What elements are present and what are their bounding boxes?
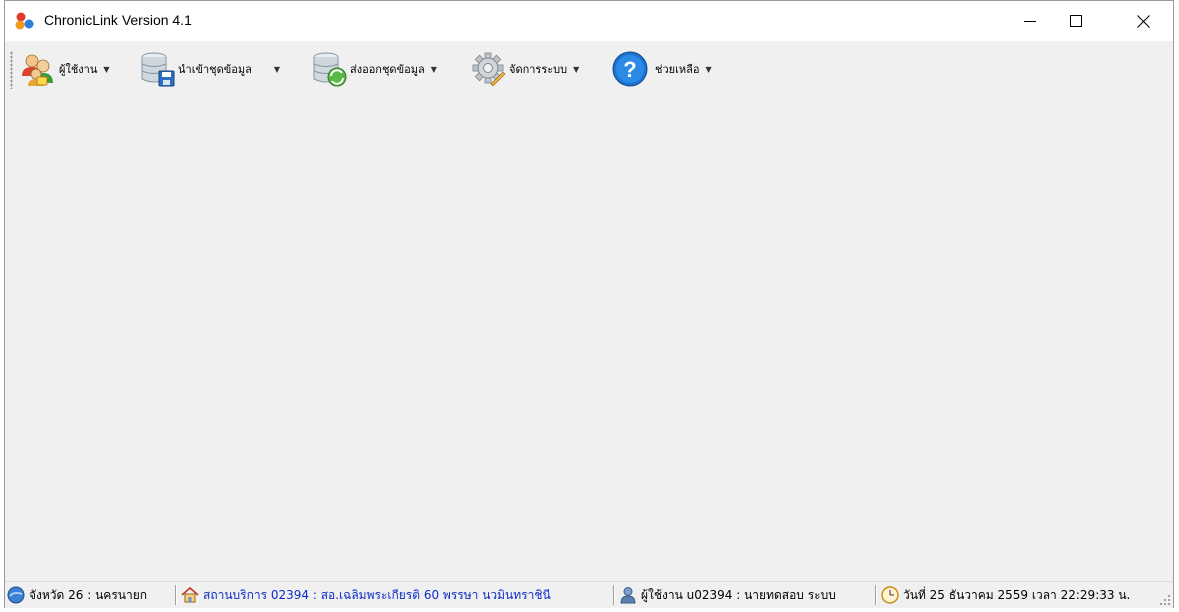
home-icon — [181, 586, 199, 603]
main-content-area — [5, 95, 1173, 581]
status-province-text: จังหวัด 26 : นครนายก — [29, 587, 148, 602]
app-window: ChronicLink Version 4.1 ผู้ใช้งาน ▼ นำเข… — [4, 0, 1174, 608]
user-icon — [620, 587, 636, 604]
toolbar-system-menu[interactable]: จัดการระบบ ▼ — [469, 49, 579, 89]
status-province: จังหวัด 26 : นครนายก — [7, 586, 147, 604]
toolbar-export-menu[interactable]: ส่งออกชุดข้อมูล ▼ — [310, 49, 437, 89]
toolbar-import-menu[interactable]: นำเข้าชุดข้อมูล ▼ — [138, 49, 280, 89]
clock-icon — [881, 586, 899, 604]
maximize-button[interactable] — [1053, 1, 1099, 41]
status-separator — [613, 585, 615, 605]
status-separator — [175, 585, 177, 605]
toolbar-help-label: ช่วยเหลือ — [655, 63, 700, 76]
help-icon: ? — [612, 51, 648, 87]
chevron-down-icon: ▼ — [705, 64, 712, 74]
status-service: สถานบริการ 02394 : สอ.เฉลิมพระเกียรติ 60… — [181, 586, 551, 604]
status-bar: จังหวัด 26 : นครนายก สถานบริการ 02394 : … — [5, 581, 1173, 608]
title-bar[interactable]: ChronicLink Version 4.1 — [5, 1, 1173, 41]
minimize-icon — [1024, 21, 1036, 22]
app-logo-icon — [15, 12, 34, 30]
close-button[interactable] — [1120, 1, 1166, 41]
toolbar-import-label: นำเข้าชุดข้อมูล — [178, 63, 252, 76]
minimize-button[interactable] — [1007, 1, 1053, 41]
chevron-down-icon: ▼ — [430, 64, 437, 74]
status-datetime-text: วันที่ 25 ธันวาคม 2559 เวลา 22:29:33 น. — [903, 587, 1131, 602]
toolbar-export-label: ส่งออกชุดข้อมูล — [350, 63, 425, 76]
chevron-down-icon: ▼ — [573, 64, 580, 74]
maximize-icon — [1070, 15, 1082, 27]
resize-grip-icon[interactable] — [1159, 594, 1171, 606]
status-datetime: วันที่ 25 ธันวาคม 2559 เวลา 22:29:33 น. — [881, 586, 1130, 604]
toolbar-users-label: ผู้ใช้งาน — [59, 63, 98, 76]
toolbar-system-label: จัดการระบบ — [509, 63, 568, 76]
toolbar-help-menu[interactable]: ? ช่วยเหลือ ▼ — [611, 49, 712, 89]
status-service-text: สถานบริการ 02394 : สอ.เฉลิมพระเกียรติ 60… — [203, 587, 551, 602]
chevron-down-icon: ▼ — [273, 64, 281, 74]
status-separator — [875, 585, 877, 605]
status-user-text: ผู้ใช้งาน u02394 : นายทดสอบ ระบบ — [641, 587, 836, 602]
database-save-icon — [141, 52, 175, 87]
globe-icon — [7, 586, 25, 604]
status-user: ผู้ใช้งาน u02394 : นายทดสอบ ระบบ — [619, 586, 836, 604]
svg-text:?: ? — [623, 57, 636, 82]
main-toolbar: ผู้ใช้งาน ▼ นำเข้าชุดข้อมูล ▼ ส่งออกชุดข… — [5, 43, 1173, 95]
toolbar-users-menu[interactable]: ผู้ใช้งาน ▼ — [19, 49, 110, 89]
chevron-down-icon: ▼ — [103, 64, 110, 74]
close-icon — [1136, 14, 1150, 28]
users-icon — [22, 54, 53, 86]
gear-icon — [472, 52, 506, 87]
window-title: ChronicLink Version 4.1 — [44, 12, 192, 28]
database-export-icon — [313, 52, 347, 87]
toolbar-grip[interactable] — [10, 51, 13, 89]
